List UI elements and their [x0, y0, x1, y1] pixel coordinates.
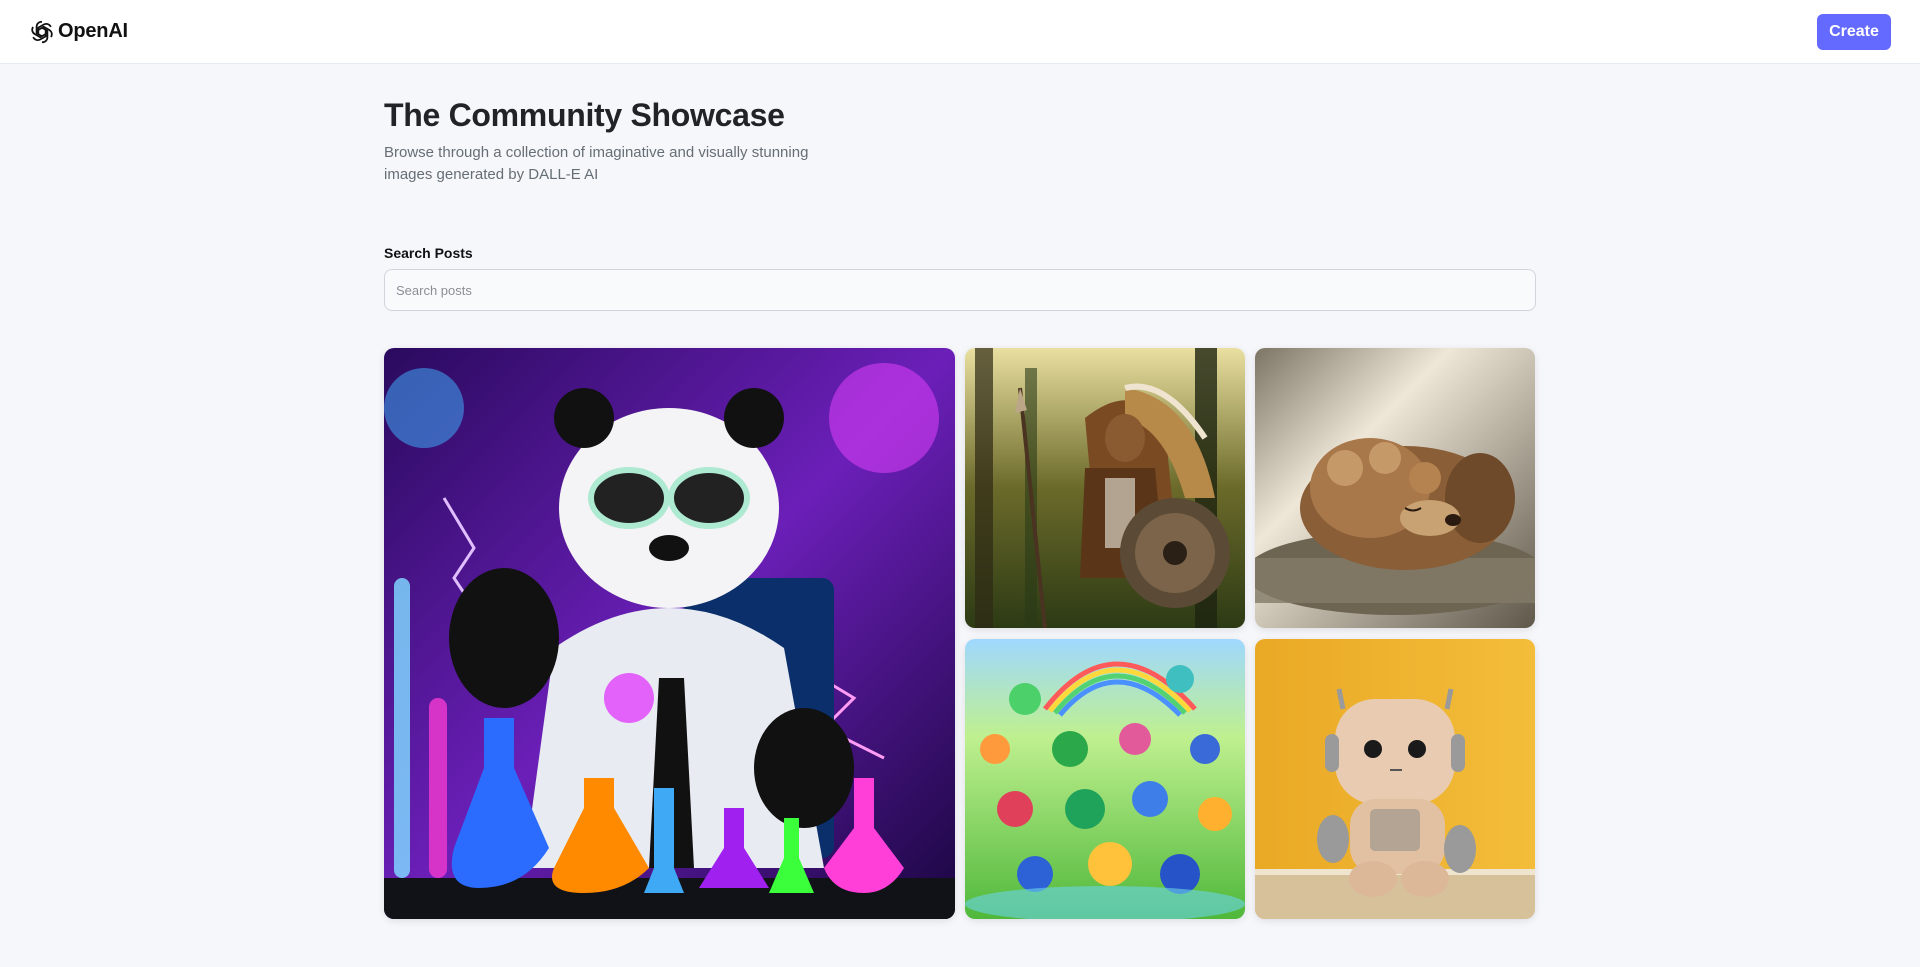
gallery-card-plush-robot[interactable]	[1255, 639, 1535, 919]
top-navbar: OpenAI Create	[0, 0, 1920, 64]
image-gallery	[384, 348, 1536, 919]
logo-text: OpenAI	[58, 20, 128, 42]
search-input[interactable]	[384, 269, 1536, 311]
openai-logo[interactable]: OpenAI	[29, 19, 128, 45]
warrior-image	[965, 348, 1245, 628]
gallery-card-baby-dragons[interactable]	[965, 639, 1245, 919]
sleeping-puppy-image	[1255, 348, 1535, 628]
panda-scientist-image	[384, 348, 955, 919]
gallery-card-warrior[interactable]	[965, 348, 1245, 628]
search-label: Search Posts	[384, 245, 473, 261]
main-content: The Community Showcase Browse through a …	[384, 64, 1536, 919]
gallery-card-sleeping-puppy[interactable]	[1255, 348, 1535, 628]
gallery-card-panda-scientist[interactable]	[384, 348, 955, 919]
page-subtitle: Browse through a collection of imaginati…	[384, 144, 809, 183]
baby-dragons-image	[965, 639, 1245, 919]
page-title: The Community Showcase	[384, 97, 785, 133]
create-button[interactable]: Create	[1817, 13, 1891, 50]
openai-logo-icon	[31, 20, 53, 43]
plush-robot-image	[1255, 639, 1535, 919]
